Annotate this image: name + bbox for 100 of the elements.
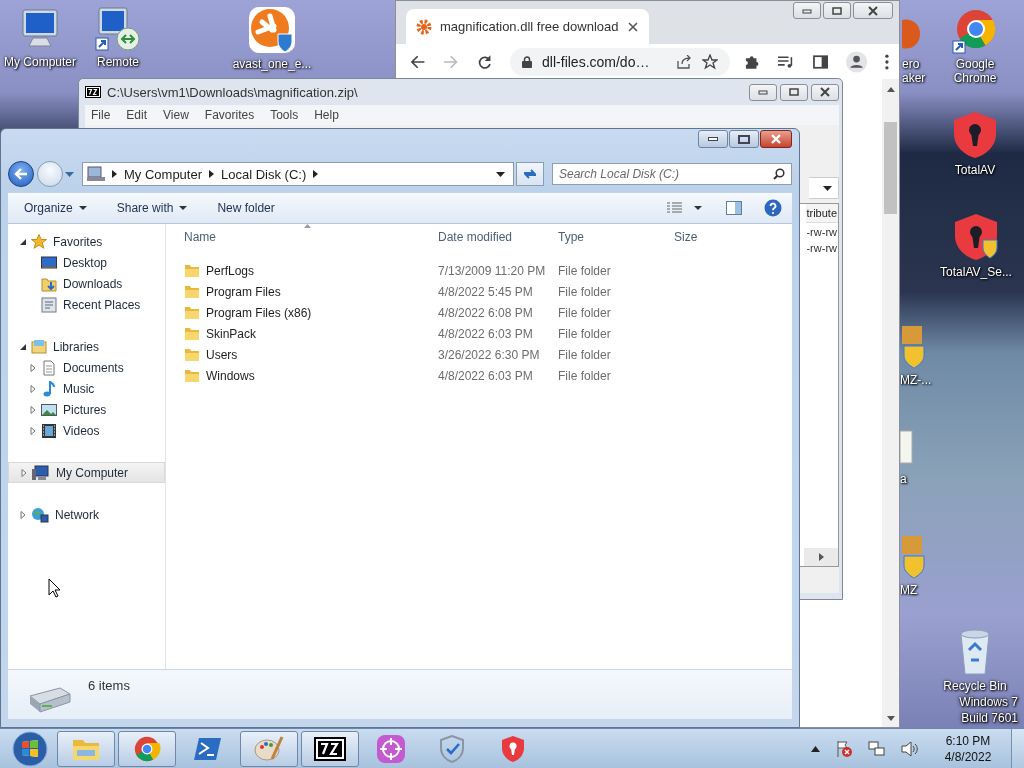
horizontal-scrollbar[interactable] <box>804 548 838 566</box>
close-button[interactable] <box>811 83 839 101</box>
address-bar[interactable]: My Computer Local Disk (C:) <box>82 162 514 186</box>
scrollbar-thumb[interactable] <box>884 122 897 214</box>
star-icon[interactable] <box>702 53 719 70</box>
path-dropdown[interactable] <box>809 177 839 199</box>
column-header[interactable]: Name <box>166 230 426 244</box>
tree-item[interactable]: Documents <box>8 357 165 378</box>
desktop-icon-label[interactable]: TotalAV <box>954 163 996 177</box>
clock-date[interactable]: 4/8/2022 <box>944 748 992 765</box>
tree-item[interactable]: Libraries <box>8 336 165 357</box>
back-button[interactable] <box>8 161 34 187</box>
refresh-button[interactable] <box>516 162 544 186</box>
toolbar-button[interactable]: Organize <box>18 198 93 218</box>
collapsed-icon[interactable] <box>29 426 37 435</box>
maximize-icon <box>789 88 799 96</box>
column-header[interactable]: tribute <box>806 204 838 223</box>
breadcrumb-arrow-icon[interactable] <box>209 170 215 178</box>
breadcrumb-item[interactable]: My Computer <box>124 166 203 182</box>
profile-icon[interactable] <box>846 50 868 73</box>
caret-icon[interactable] <box>694 206 702 210</box>
maximize-button[interactable] <box>780 83 808 101</box>
close-button[interactable] <box>760 130 792 148</box>
scroll-down-icon[interactable] <box>886 716 895 721</box>
address-bar[interactable]: dll-files.com/do… <box>510 47 731 76</box>
dropdown-icon[interactable] <box>496 171 505 177</box>
browser-icon[interactable] <box>952 8 998 54</box>
close-icon[interactable] <box>626 20 639 33</box>
browser-tab[interactable]: magnification.dll free download <box>406 9 649 44</box>
show-desktop-button[interactable] <box>1011 729 1024 768</box>
collapsed-icon[interactable] <box>29 405 37 414</box>
scroll-up-icon[interactable] <box>886 87 895 92</box>
volume-icon[interactable] <box>901 740 919 757</box>
maximize-button[interactable] <box>823 2 851 19</box>
collapsed-icon[interactable] <box>19 510 27 519</box>
menu-item[interactable]: Favorites <box>204 108 255 122</box>
breadcrumb-item[interactable]: Local Disk (C:) <box>221 166 307 182</box>
app-logo-icon[interactable] <box>248 6 296 54</box>
tree-item[interactable]: Network <box>8 504 165 525</box>
search-field[interactable]: Search Local Disk (C:) <box>552 163 792 185</box>
scrollbar[interactable] <box>882 79 899 727</box>
archiver-logo-icon <box>85 86 101 98</box>
tree-item[interactable]: Music <box>8 378 165 399</box>
share-icon[interactable] <box>676 54 693 69</box>
menu-item[interactable]: Tools <box>270 108 299 122</box>
breadcrumb-arrow-icon[interactable] <box>112 170 117 178</box>
collapsed-icon[interactable] <box>29 363 37 372</box>
toolbar-button[interactable]: New folder <box>211 198 281 218</box>
help-icon[interactable] <box>764 199 782 217</box>
breadcrumb-arrow-icon[interactable] <box>313 170 319 178</box>
menu-item[interactable]: Edit <box>126 108 148 122</box>
menu-item[interactable]: View <box>163 108 189 122</box>
collapsed-icon[interactable] <box>20 468 28 477</box>
menu-item[interactable]: File <box>91 108 111 122</box>
minimize-button[interactable] <box>698 130 728 148</box>
back-icon[interactable] <box>410 53 426 70</box>
scroll-right-icon[interactable] <box>819 553 824 561</box>
reload-icon[interactable] <box>476 53 493 70</box>
column-header[interactable]: Type <box>546 230 666 244</box>
action-center-flag-icon[interactable] <box>835 739 853 758</box>
taskbar-button[interactable] <box>301 730 359 767</box>
menu-icon[interactable] <box>885 53 890 70</box>
file-name[interactable]: Program Files (x86) <box>206 305 312 320</box>
start-button-icon[interactable] <box>12 730 48 767</box>
toolbar-button[interactable]: Share with <box>110 198 194 218</box>
preview-pane-icon[interactable] <box>726 201 742 215</box>
tree-item[interactable]: Favorites <box>8 231 165 252</box>
file-name[interactable]: SkinPack <box>206 326 257 341</box>
tree-item[interactable]: Videos <box>8 420 165 441</box>
file-name[interactable]: Program Files <box>206 284 281 299</box>
search-icon[interactable] <box>773 168 785 180</box>
menu-item[interactable]: Help <box>314 108 339 122</box>
history-dropdown-icon[interactable] <box>65 171 74 177</box>
show-hidden-icons-icon[interactable] <box>811 745 820 752</box>
maximize-button[interactable] <box>729 130 759 148</box>
column-header[interactable]: Date modified <box>426 230 546 244</box>
file-name[interactable]: Windows <box>206 368 255 383</box>
lock-icon <box>522 55 533 68</box>
tree-item[interactable]: Recent Places <box>8 294 165 315</box>
remote-desktop-icon[interactable] <box>95 6 141 52</box>
expanded-icon[interactable] <box>19 342 27 351</box>
desktop-icon-label[interactable]: TotalAV_Se... <box>940 265 1012 279</box>
expanded-icon[interactable] <box>19 237 27 246</box>
tree-item[interactable]: Desktop <box>8 252 165 273</box>
collapsed-icon[interactable] <box>29 384 37 393</box>
network-icon[interactable] <box>868 739 886 758</box>
file-name[interactable]: PerfLogs <box>206 263 255 278</box>
table-cell-text: File folder <box>557 347 612 362</box>
clock-time[interactable]: 6:10 PM <box>945 732 991 749</box>
column-header[interactable]: Size <box>666 230 746 244</box>
maximize-icon <box>832 6 842 15</box>
side-panel-icon[interactable] <box>812 53 829 70</box>
tree-item[interactable]: Pictures <box>8 399 165 420</box>
file-name[interactable]: Users <box>206 347 238 362</box>
close-button[interactable] <box>853 2 893 19</box>
tree-item[interactable]: My Computer <box>8 462 165 483</box>
puzzle-icon[interactable] <box>744 53 760 70</box>
tree-item[interactable]: Downloads <box>8 273 165 294</box>
back-arrow-icon <box>14 168 28 180</box>
media-queue-icon[interactable] <box>777 54 795 69</box>
